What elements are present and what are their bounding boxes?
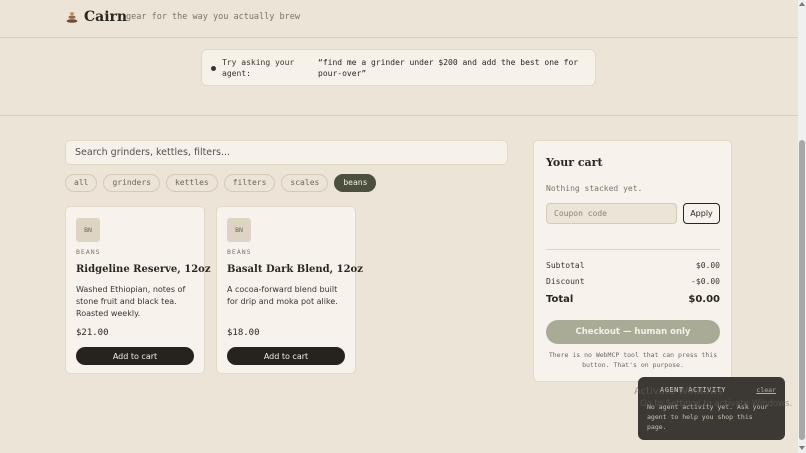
watermark-line-2: Go to Settings to activate Windows.	[640, 399, 793, 409]
checkout-button[interactable]: Checkout — human only	[546, 320, 720, 344]
windows-activation-watermark: Activate Windows Go to Settings to activ…	[634, 385, 792, 411]
coupon-code-input[interactable]	[546, 203, 677, 224]
filter-chip-beans[interactable]: beans	[334, 174, 377, 192]
product-description: A cocoa-forward blend built for drip and…	[227, 285, 338, 306]
product-badge: BN	[227, 218, 251, 242]
filter-chip-all[interactable]: all	[65, 174, 98, 192]
total-label: Total	[546, 294, 574, 305]
total-row: Total $0.00	[546, 294, 720, 305]
page-scrollbar[interactable]	[798, 0, 806, 453]
subtotal-value: $0.00	[695, 261, 720, 270]
add-to-cart-button[interactable]: Add to cart	[227, 347, 345, 365]
filter-chip-scales[interactable]: scales	[281, 174, 329, 192]
cart-empty-message: Nothing stacked yet.	[546, 184, 643, 193]
product-description: Washed Ethiopian, notes of stone fruit a…	[76, 285, 186, 318]
filter-chips: all grinders kettles filters scales bean…	[65, 174, 377, 192]
section-divider	[0, 115, 798, 116]
brand-tagline: gear for the way you actually brew	[126, 12, 300, 22]
product-card: BN BEANS Basalt Dark Blend, 12oz A cocoa…	[216, 206, 363, 374]
cairn-logo-icon	[66, 12, 78, 23]
cart-divider	[546, 249, 720, 250]
product-category: BEANS	[76, 248, 101, 256]
search-input[interactable]	[65, 140, 508, 165]
filter-chip-grinders[interactable]: grinders	[103, 174, 160, 192]
subtotal-row: Subtotal $0.00	[546, 261, 720, 270]
hint-bullet-icon	[211, 66, 216, 71]
agent-hint: Try asking your agent: “find me a grinde…	[201, 49, 596, 86]
product-price: $18.00	[227, 328, 260, 338]
site-header: Cairn gear for the way you actually brew	[0, 0, 798, 38]
cart-panel: Your cart Nothing stacked yet. Apply Sub…	[533, 140, 732, 382]
scroll-up-arrow-icon[interactable]	[799, 2, 805, 6]
scrollbar-thumb[interactable]	[799, 140, 805, 440]
scroll-down-arrow-icon[interactable]	[799, 446, 805, 450]
watermark-line-1: Activate Windows	[634, 386, 723, 397]
brand-name[interactable]: Cairn	[84, 9, 127, 25]
product-category: BEANS	[227, 248, 252, 256]
hint-label: Try asking your agent:	[222, 58, 295, 78]
product-badge: BN	[76, 218, 100, 242]
discount-label: Discount	[546, 277, 585, 286]
discount-value: -$0.00	[691, 277, 720, 286]
apply-coupon-button[interactable]: Apply	[683, 203, 720, 224]
cart-title: Your cart	[546, 156, 603, 169]
total-value: $0.00	[688, 294, 720, 305]
product-card: BN BEANS Ridgeline Reserve, 12oz Washed …	[65, 206, 211, 374]
filter-chip-filters[interactable]: filters	[223, 174, 276, 192]
subtotal-label: Subtotal	[546, 261, 585, 270]
add-to-cart-button[interactable]: Add to cart	[76, 347, 194, 365]
filter-chip-kettles[interactable]: kettles	[165, 174, 218, 192]
product-price: $21.00	[76, 328, 109, 338]
hint-example-prompt: “find me a grinder under $200 and add th…	[318, 58, 579, 78]
checkout-note: There is no WebMCP tool that can press t…	[548, 351, 718, 369]
product-name: Ridgeline Reserve, 12oz	[76, 264, 211, 275]
discount-row: Discount -$0.00	[546, 277, 720, 286]
product-name: Basalt Dark Blend, 12oz	[227, 264, 363, 275]
